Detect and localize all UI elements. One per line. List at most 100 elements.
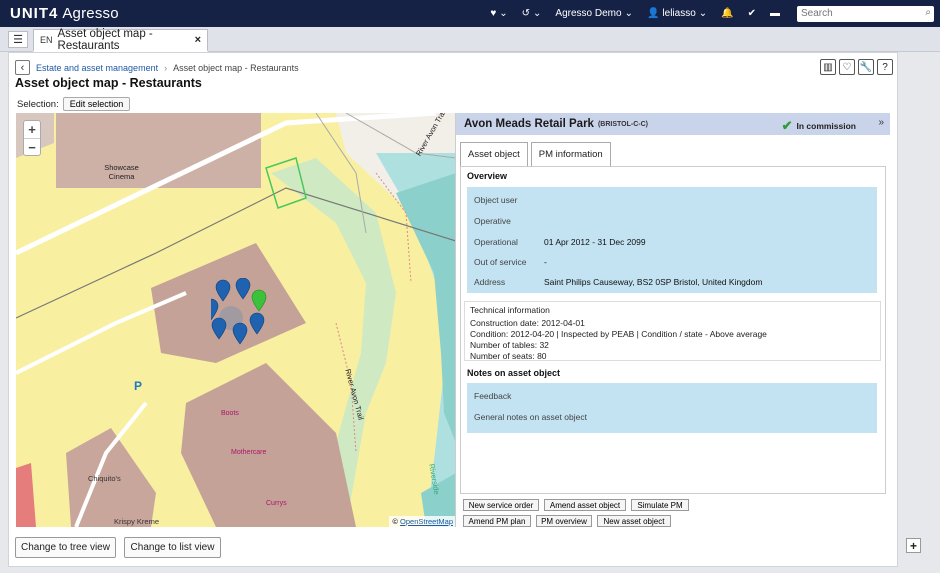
tech-line: Number of tables: 32	[470, 340, 549, 351]
chevron-down-icon: ⌄	[499, 8, 508, 19]
heart-icon: ♥	[490, 8, 497, 19]
map-label-chiquitos: Chiquito's	[88, 474, 121, 483]
add-button[interactable]: +	[906, 538, 921, 553]
menu-button[interactable]: ☰	[8, 31, 28, 48]
asset-title: Avon Meads Retail Park	[464, 118, 594, 130]
openstreetmap-link[interactable]: OpenStreetMap	[400, 517, 453, 526]
map-label-currys: Currys	[266, 500, 287, 507]
main-content: ‹ Estate and asset management › Asset ob…	[8, 52, 898, 567]
map-view[interactable]: Showcase Cinema River Avon Trail River A…	[16, 113, 456, 527]
panel-body: Overview Object user Operative Operation…	[460, 166, 886, 494]
breadcrumb-current: Asset object map - Restaurants	[173, 62, 299, 73]
overview-row: Operational 01 Apr 2012 - 31 Dec 2099	[474, 237, 646, 247]
close-icon[interactable]: ×	[195, 34, 201, 46]
settings-button[interactable]: 🔧	[858, 59, 874, 75]
tab-asset-object-map[interactable]: EN Asset object map - Restaurants ×	[33, 28, 208, 52]
search-input[interactable]	[797, 5, 915, 22]
search-icon[interactable]: ⌕	[925, 7, 931, 18]
asset-code: (BRISTOL-C-C)	[597, 120, 648, 128]
selection-label: Selection:	[17, 98, 59, 110]
notifications-button[interactable]: 🔔	[721, 8, 733, 19]
chevron-down-icon: ⌄	[624, 8, 633, 19]
chat-icon: ▬	[770, 8, 780, 19]
back-icon: ‹	[20, 61, 25, 74]
edit-selection-button[interactable]: Edit selection	[62, 97, 131, 111]
top-navigation: ♥⌄ ↺⌄ Agresso Demo⌄ 👤leliasso⌄ 🔔 ✔ ▬ ⌕	[483, 0, 940, 27]
plus-icon: +	[909, 538, 917, 553]
map-label-krispy: Krispy Kreme	[114, 517, 160, 526]
back-button[interactable]: ‹	[15, 60, 30, 75]
help-icon: ?	[882, 61, 888, 73]
breadcrumb: ‹ Estate and asset management › Asset ob…	[15, 60, 299, 75]
brand-logo[interactable]: UNIT4 Agresso	[10, 5, 119, 22]
notes-title: Notes on asset object	[467, 368, 561, 378]
amend-asset-object-button[interactable]: Amend asset object	[544, 499, 626, 511]
page-toolbar: ▥ ♡ 🔧 ?	[820, 59, 893, 75]
technical-information: Technical information Construction date:…	[464, 301, 881, 361]
favorite-button[interactable]: ♡	[839, 59, 855, 75]
overview-row: Operative	[474, 216, 511, 226]
breadcrumb-parent-link[interactable]: Estate and asset management	[36, 63, 158, 73]
history-icon: ↺	[521, 8, 531, 19]
map-label-cinema: Showcase Cinema	[104, 163, 139, 181]
favorites-menu[interactable]: ♥ ⌄	[490, 8, 507, 19]
notes-section: Feedback General notes on asset object	[467, 383, 877, 433]
simulate-pm-button[interactable]: Simulate PM	[631, 499, 689, 511]
new-asset-object-button[interactable]: New asset object	[597, 515, 671, 527]
help-button[interactable]: ?	[877, 59, 893, 75]
user-icon: 👤	[646, 8, 660, 19]
overview-row: Object user	[474, 195, 518, 205]
overview-title: Overview	[467, 171, 508, 181]
map-label-parking: P	[134, 379, 143, 393]
menu-icon: ☰	[13, 34, 23, 46]
pm-overview-button[interactable]: PM overview	[536, 515, 592, 527]
map-attribution: © OpenStreetMap	[389, 516, 456, 527]
breadcrumb-separator: ›	[164, 62, 168, 73]
note-feedback: Feedback	[474, 391, 512, 401]
top-bar: UNIT4 Agresso ♥ ⌄ ↺ ⌄ Agresso Demo ⌄ 👤 lelias…	[0, 0, 940, 27]
layout-button[interactable]: ▥	[820, 59, 836, 75]
tree-view-button[interactable]: Change to tree view	[15, 537, 116, 558]
bell-icon: 🔔	[721, 8, 734, 19]
chevron-down-icon: ⌄	[698, 8, 708, 19]
tab-strip: ☰ EN Asset object map - Restaurants ×	[0, 27, 940, 52]
map-label-boots: Boots	[221, 410, 239, 417]
technical-title: Technical information	[470, 305, 550, 315]
check-icon: ✔	[781, 118, 793, 133]
search-box: ⌕	[797, 5, 934, 22]
note-general: General notes on asset object	[474, 412, 587, 422]
map-label-mothercare: Mothercare	[231, 449, 267, 456]
status-badge: ✔ In commission	[781, 118, 856, 133]
tasks-button[interactable]: ✔	[748, 8, 756, 19]
map-zoom-control: + −	[23, 120, 41, 156]
new-service-order-button[interactable]: New service order	[463, 499, 539, 511]
panel-header: Avon Meads Retail Park (BRISTOL-C-C) ✔ In…	[456, 113, 890, 135]
company-menu[interactable]: Agresso Demo ⌄	[555, 8, 633, 19]
overview-row: Out of service -	[474, 257, 547, 267]
zoom-out-button[interactable]: −	[24, 138, 40, 155]
wrench-icon: 🔧	[859, 61, 873, 73]
page-title: Asset object map - Restaurants	[15, 76, 202, 90]
favorite-icon: ♡	[842, 61, 852, 73]
collapse-panel-button[interactable]: »	[878, 117, 884, 128]
check-icon: ✔	[747, 8, 756, 19]
overview-row: Address Saint Philips Causeway, BS2 0SP B…	[474, 277, 763, 287]
panel-tabs: Asset object PM information	[460, 142, 611, 166]
tech-line: Number of seats: 80	[470, 351, 547, 362]
tech-line: Condition: 2012-04-20 | Inspected by PEA…	[470, 329, 767, 340]
list-view-button[interactable]: Change to list view	[124, 537, 221, 558]
tab-asset-object[interactable]: Asset object	[460, 142, 528, 166]
chevron-down-icon: ⌄	[533, 8, 542, 19]
chat-button[interactable]: ▬	[770, 8, 780, 19]
user-menu[interactable]: 👤 leliasso ⌄	[647, 8, 707, 19]
selection-row: Selection: Edit selection	[17, 97, 131, 111]
tech-line: Construction date: 2012-04-01	[470, 318, 585, 329]
asset-markers[interactable]	[211, 278, 273, 358]
tab-pm-information[interactable]: PM information	[530, 142, 611, 166]
history-menu[interactable]: ↺ ⌄	[522, 8, 542, 19]
overview-section: Object user Operative Operational 01 Apr …	[467, 187, 877, 293]
amend-pm-plan-button[interactable]: Amend PM plan	[463, 515, 531, 527]
layout-icon: ▥	[823, 61, 833, 73]
zoom-in-button[interactable]: +	[24, 121, 40, 138]
asset-detail-panel: Avon Meads Retail Park (BRISTOL-C-C) ✔ In…	[455, 113, 890, 527]
